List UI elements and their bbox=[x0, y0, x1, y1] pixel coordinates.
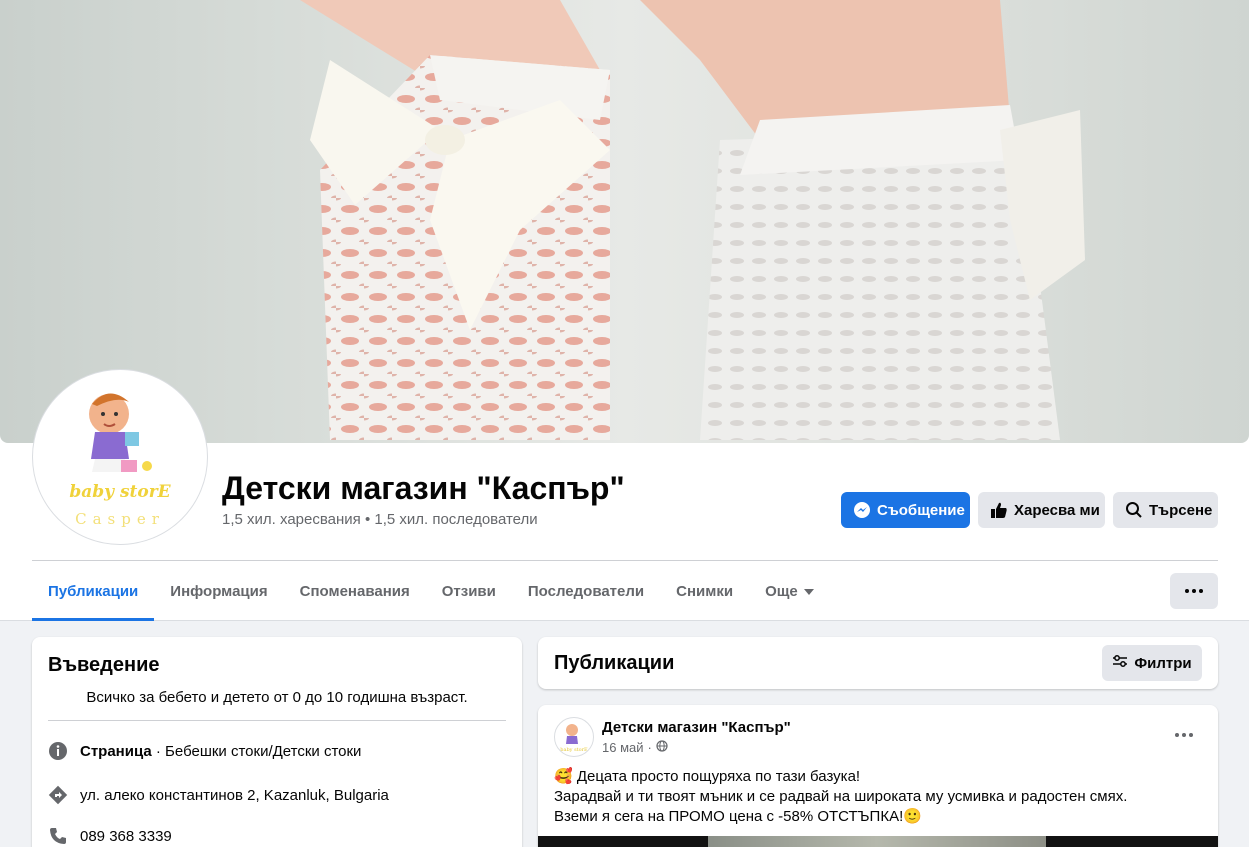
like-button-label: Харесва ми bbox=[1014, 501, 1100, 519]
intro-divider bbox=[48, 720, 506, 721]
tab-label: Последователи bbox=[527, 582, 645, 600]
post-text: 🥰 Децата просто пощуряха по тази базука!… bbox=[554, 767, 1127, 827]
category-value: · Бебешки стоки/Детски стоки bbox=[151, 742, 362, 760]
message-button[interactable]: Съобщение bbox=[841, 492, 970, 528]
phone-text[interactable]: 089 368 3339 bbox=[80, 828, 172, 845]
page-stats[interactable]: 1,5 хил. харесвания • 1,5 хил. последова… bbox=[222, 511, 538, 528]
post-card: baby storE Детски магазин "Каспър" 16 ма… bbox=[538, 705, 1218, 847]
intro-title: Въведение bbox=[48, 654, 160, 676]
post-media[interactable] bbox=[538, 836, 1218, 847]
tab-label: Информация bbox=[170, 582, 268, 600]
globe-icon bbox=[656, 740, 668, 755]
posts-title: Публикации bbox=[554, 652, 675, 674]
intro-address: ул. алеко константинов 2, Kazanluk, Bulg… bbox=[48, 785, 389, 805]
tab-reviews[interactable]: Отзиви bbox=[426, 561, 512, 621]
page-tabs: Публикации Информация Споменавания Отзив… bbox=[32, 561, 830, 621]
more-options-button[interactable] bbox=[1170, 573, 1218, 609]
tab-photos[interactable]: Снимки bbox=[660, 561, 749, 621]
intro-phone: 089 368 3339 bbox=[48, 826, 172, 846]
message-button-label: Съобщение bbox=[877, 501, 965, 519]
directions-icon bbox=[48, 785, 68, 805]
post-line: Вземи я сега на ПРОМО цена с -58% ОТСТЪП… bbox=[554, 808, 922, 825]
filter-icon bbox=[1112, 653, 1128, 673]
post-options-button[interactable] bbox=[1168, 721, 1200, 749]
filters-button[interactable]: Филтри bbox=[1102, 645, 1202, 681]
svg-text:baby storE: baby storE bbox=[560, 747, 588, 753]
tab-mentions[interactable]: Споменавания bbox=[284, 561, 426, 621]
baby-logo-icon bbox=[89, 393, 152, 472]
tab-label: Снимки bbox=[676, 582, 734, 600]
search-button-label: Търсене bbox=[1149, 501, 1213, 519]
intro-category: Страница · Бебешки стоки/Детски стоки bbox=[48, 741, 361, 761]
tab-label: Публикации bbox=[48, 582, 139, 600]
tab-posts[interactable]: Публикации bbox=[32, 561, 155, 621]
thumbs-up-icon bbox=[990, 501, 1008, 519]
tab-label: Отзиви bbox=[441, 582, 496, 600]
intro-card: Въведение Всичко за бебето и детето от 0… bbox=[32, 637, 522, 847]
search-button[interactable]: Търсене bbox=[1113, 492, 1218, 528]
tab-followers[interactable]: Последователи bbox=[512, 561, 660, 621]
profile-avatar[interactable]: baby storE Casper bbox=[33, 370, 207, 544]
tab-more[interactable]: Още bbox=[749, 561, 830, 621]
tab-label: Споменавания bbox=[299, 582, 410, 600]
category-label: Страница bbox=[80, 742, 152, 760]
page-title: Детски магазин "Каспър" bbox=[222, 470, 625, 506]
tab-label: Още bbox=[765, 582, 798, 600]
search-icon bbox=[1125, 501, 1143, 519]
avatar-brand-top: baby storE bbox=[69, 482, 171, 502]
phone-icon bbox=[48, 826, 68, 846]
like-button[interactable]: Харесва ми bbox=[978, 492, 1105, 528]
post-author-avatar[interactable]: baby storE bbox=[554, 717, 594, 757]
intro-bio: Всичко за бебето и детето от 0 до 10 год… bbox=[86, 689, 468, 706]
address-text[interactable]: ул. алеко константинов 2, Kazanluk, Bulg… bbox=[80, 787, 389, 804]
avatar-brand-bottom: Casper bbox=[75, 510, 165, 528]
messenger-icon bbox=[853, 501, 871, 519]
post-author-name[interactable]: Детски магазин "Каспър" bbox=[602, 719, 791, 736]
post-meta: 16 май · bbox=[602, 740, 668, 755]
post-line: 🥰 Децата просто пощуряха по тази базука! bbox=[554, 768, 861, 785]
filters-label: Филтри bbox=[1134, 654, 1192, 672]
tab-about[interactable]: Информация bbox=[154, 561, 283, 621]
posts-header-card: Публикации Филтри bbox=[538, 637, 1218, 689]
info-icon bbox=[48, 741, 68, 761]
post-date[interactable]: 16 май bbox=[602, 740, 644, 755]
post-line: Зарадвай и ти твоят мъник и се радвай на… bbox=[554, 788, 1128, 805]
caret-down-icon bbox=[803, 589, 814, 595]
